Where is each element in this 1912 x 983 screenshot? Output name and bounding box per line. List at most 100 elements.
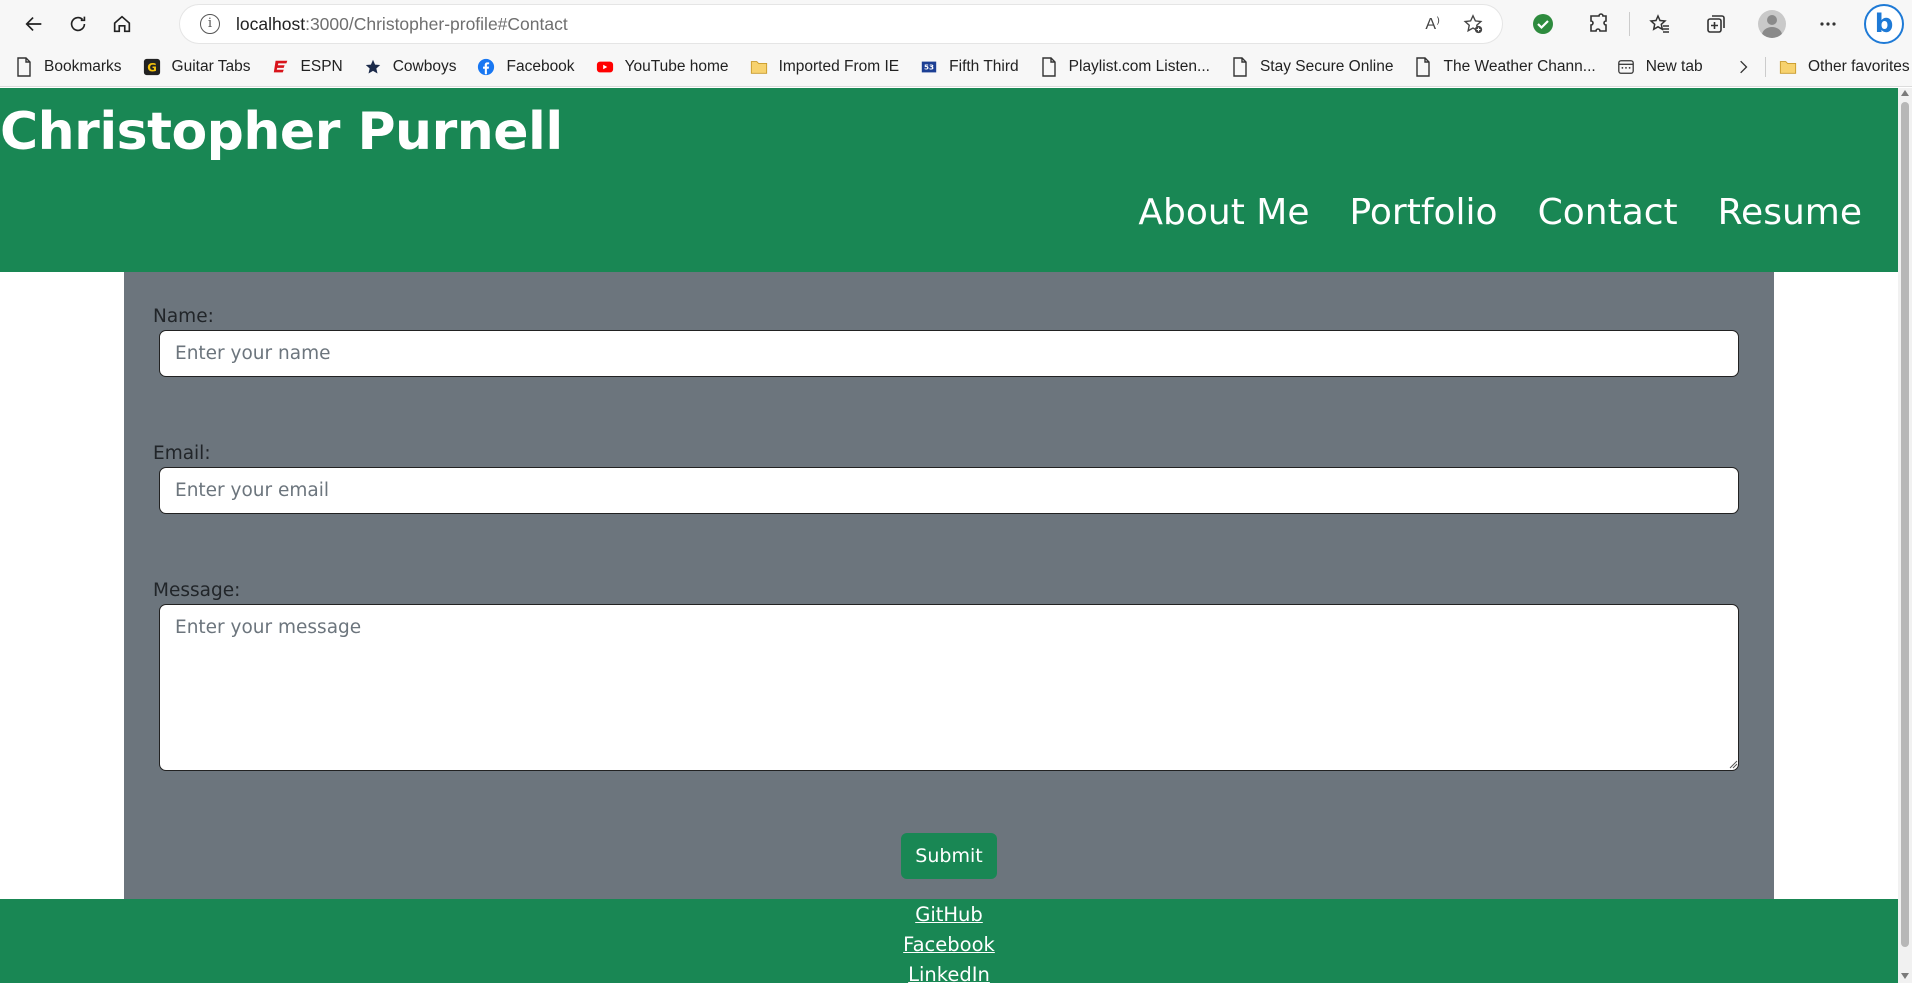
bookmark-label: Bookmarks [44, 57, 122, 75]
refresh-button[interactable] [56, 4, 100, 44]
contact-form: Name: Email: Message: Submit [124, 272, 1774, 899]
chevron-right-icon [1740, 60, 1748, 74]
resize-grip-icon[interactable] [1728, 759, 1738, 769]
youtube-icon [595, 57, 615, 77]
nav-resume[interactable]: Resume [1718, 192, 1862, 233]
bookmark-label: Stay Secure Online [1259, 57, 1394, 75]
name-input[interactable] [159, 330, 1739, 377]
footer-link-github[interactable]: GitHub [0, 900, 1898, 930]
favorites-star-icon [1649, 13, 1669, 33]
guitar-tabs-icon: G [142, 57, 162, 77]
bookmark-item[interactable]: Imported From IE [739, 51, 910, 83]
bookmark-item[interactable]: Bookmarks [0, 51, 132, 83]
home-icon [113, 15, 131, 32]
new-tab-icon [1616, 57, 1636, 77]
read-aloud-icon[interactable]: A⁾ [1425, 14, 1440, 34]
site-footer: GitHub Facebook LinkedIn [0, 899, 1898, 983]
url-host: localhost [236, 13, 306, 34]
bookmark-item[interactable]: Cowboys [353, 51, 467, 83]
bookmark-item[interactable]: Facebook [466, 51, 584, 83]
refresh-icon [70, 16, 86, 31]
bookmark-label: YouTube home [624, 57, 729, 75]
scroll-down-arrow-icon[interactable] [1901, 973, 1909, 979]
web-page: Christopher Purnell About Me Portfolio C… [0, 88, 1898, 983]
name-label: Name: [153, 306, 214, 327]
add-favorite-icon[interactable] [1462, 13, 1484, 35]
folder-icon [1778, 57, 1798, 77]
bookmark-item[interactable]: G Guitar Tabs [132, 51, 261, 83]
email-input[interactable] [159, 467, 1739, 514]
bookmark-label: Facebook [506, 57, 575, 75]
bing-chat-button[interactable]: b [1856, 3, 1912, 44]
site-title: Christopher Purnell [0, 102, 563, 162]
submit-button[interactable]: Submit [901, 833, 997, 879]
other-favorites-folder[interactable]: Other favorites [1768, 51, 1912, 83]
footer-link-linkedin[interactable]: LinkedIn [0, 960, 1898, 983]
address-bar[interactable]: i localhost:3000/Christopher-profile#Con… [180, 5, 1502, 43]
avatar-icon [1758, 9, 1786, 38]
svg-text:53: 53 [924, 62, 934, 71]
fifth-third-icon: 53 [919, 57, 939, 77]
bookmarks-bar: Bookmarks G Guitar Tabs ESPN Cowboys Fac… [0, 47, 1912, 87]
footer-link-facebook[interactable]: Facebook [0, 930, 1898, 960]
back-arrow-icon [25, 16, 42, 31]
bookmark-label: Guitar Tabs [171, 57, 251, 75]
bookmark-item[interactable]: YouTube home [585, 51, 739, 83]
scroll-up-arrow-icon[interactable] [1901, 90, 1909, 96]
nav-portfolio[interactable]: Portfolio [1349, 192, 1497, 233]
settings-more-button[interactable] [1800, 4, 1856, 44]
collections-button[interactable] [1688, 4, 1744, 44]
page-scrollbar[interactable] [1898, 88, 1912, 983]
nav-contact[interactable]: Contact [1538, 192, 1678, 233]
svg-text:G: G [147, 60, 157, 74]
profile-button[interactable] [1744, 4, 1800, 44]
toolbar-separator [1629, 11, 1630, 36]
bookmark-label: The Weather Chann... [1443, 57, 1596, 75]
page-icon [1039, 56, 1059, 77]
check-circle-icon [1533, 13, 1553, 34]
url-path: :3000/Christopher-profile#Contact [305, 13, 568, 34]
page-icon [14, 56, 34, 77]
bookmark-label: Playlist.com Listen... [1068, 57, 1210, 75]
site-info-icon[interactable]: i [200, 14, 220, 34]
site-header: Christopher Purnell About Me Portfolio C… [0, 88, 1898, 272]
bookmark-item[interactable]: New tab [1606, 51, 1713, 83]
email-label: Email: [153, 443, 211, 464]
espn-icon [271, 57, 291, 77]
star-icon [363, 57, 383, 77]
bookmark-item[interactable]: Stay Secure Online [1220, 51, 1404, 83]
bookmark-label: Cowboys [392, 57, 457, 75]
bookmarks-divider [1765, 57, 1766, 77]
browser-toolbar: i localhost:3000/Christopher-profile#Con… [0, 0, 1912, 47]
page-icon [1413, 56, 1433, 77]
bookmark-label: Fifth Third [949, 57, 1019, 75]
more-dots-icon [1820, 21, 1836, 26]
collections-icon [1707, 14, 1725, 33]
back-button[interactable] [12, 4, 56, 44]
other-favorites-label: Other favorites [1808, 58, 1910, 75]
url-text[interactable]: localhost:3000/Christopher-profile#Conta… [236, 14, 568, 35]
extension-check-button[interactable] [1515, 4, 1571, 44]
bookmark-item[interactable]: ESPN [261, 51, 353, 83]
footer-links: GitHub Facebook LinkedIn [0, 899, 1898, 983]
scroll-thumb[interactable] [1901, 102, 1909, 947]
folder-icon [749, 57, 769, 77]
bookmark-label: Imported From IE [778, 57, 900, 75]
message-label: Message: [153, 580, 241, 601]
extensions-button[interactable] [1571, 4, 1627, 44]
page-icon [1230, 56, 1250, 77]
site-nav: About Me Portfolio Contact Resume [1138, 192, 1862, 233]
bookmark-item[interactable]: The Weather Chann... [1403, 51, 1605, 83]
facebook-icon [476, 57, 496, 77]
bing-icon: b [1864, 3, 1904, 44]
message-textarea[interactable] [159, 604, 1739, 771]
puzzle-icon [1590, 12, 1607, 32]
bookmark-item[interactable]: Playlist.com Listen... [1029, 51, 1220, 83]
bookmark-label: ESPN [300, 57, 343, 75]
more-bookmarks-button[interactable] [1732, 51, 1756, 83]
favorites-button[interactable] [1632, 4, 1688, 44]
bookmark-item[interactable]: 53 Fifth Third [909, 51, 1029, 83]
bookmark-label: New tab [1645, 57, 1703, 75]
home-button[interactable] [100, 4, 144, 44]
nav-about-me[interactable]: About Me [1138, 192, 1309, 233]
